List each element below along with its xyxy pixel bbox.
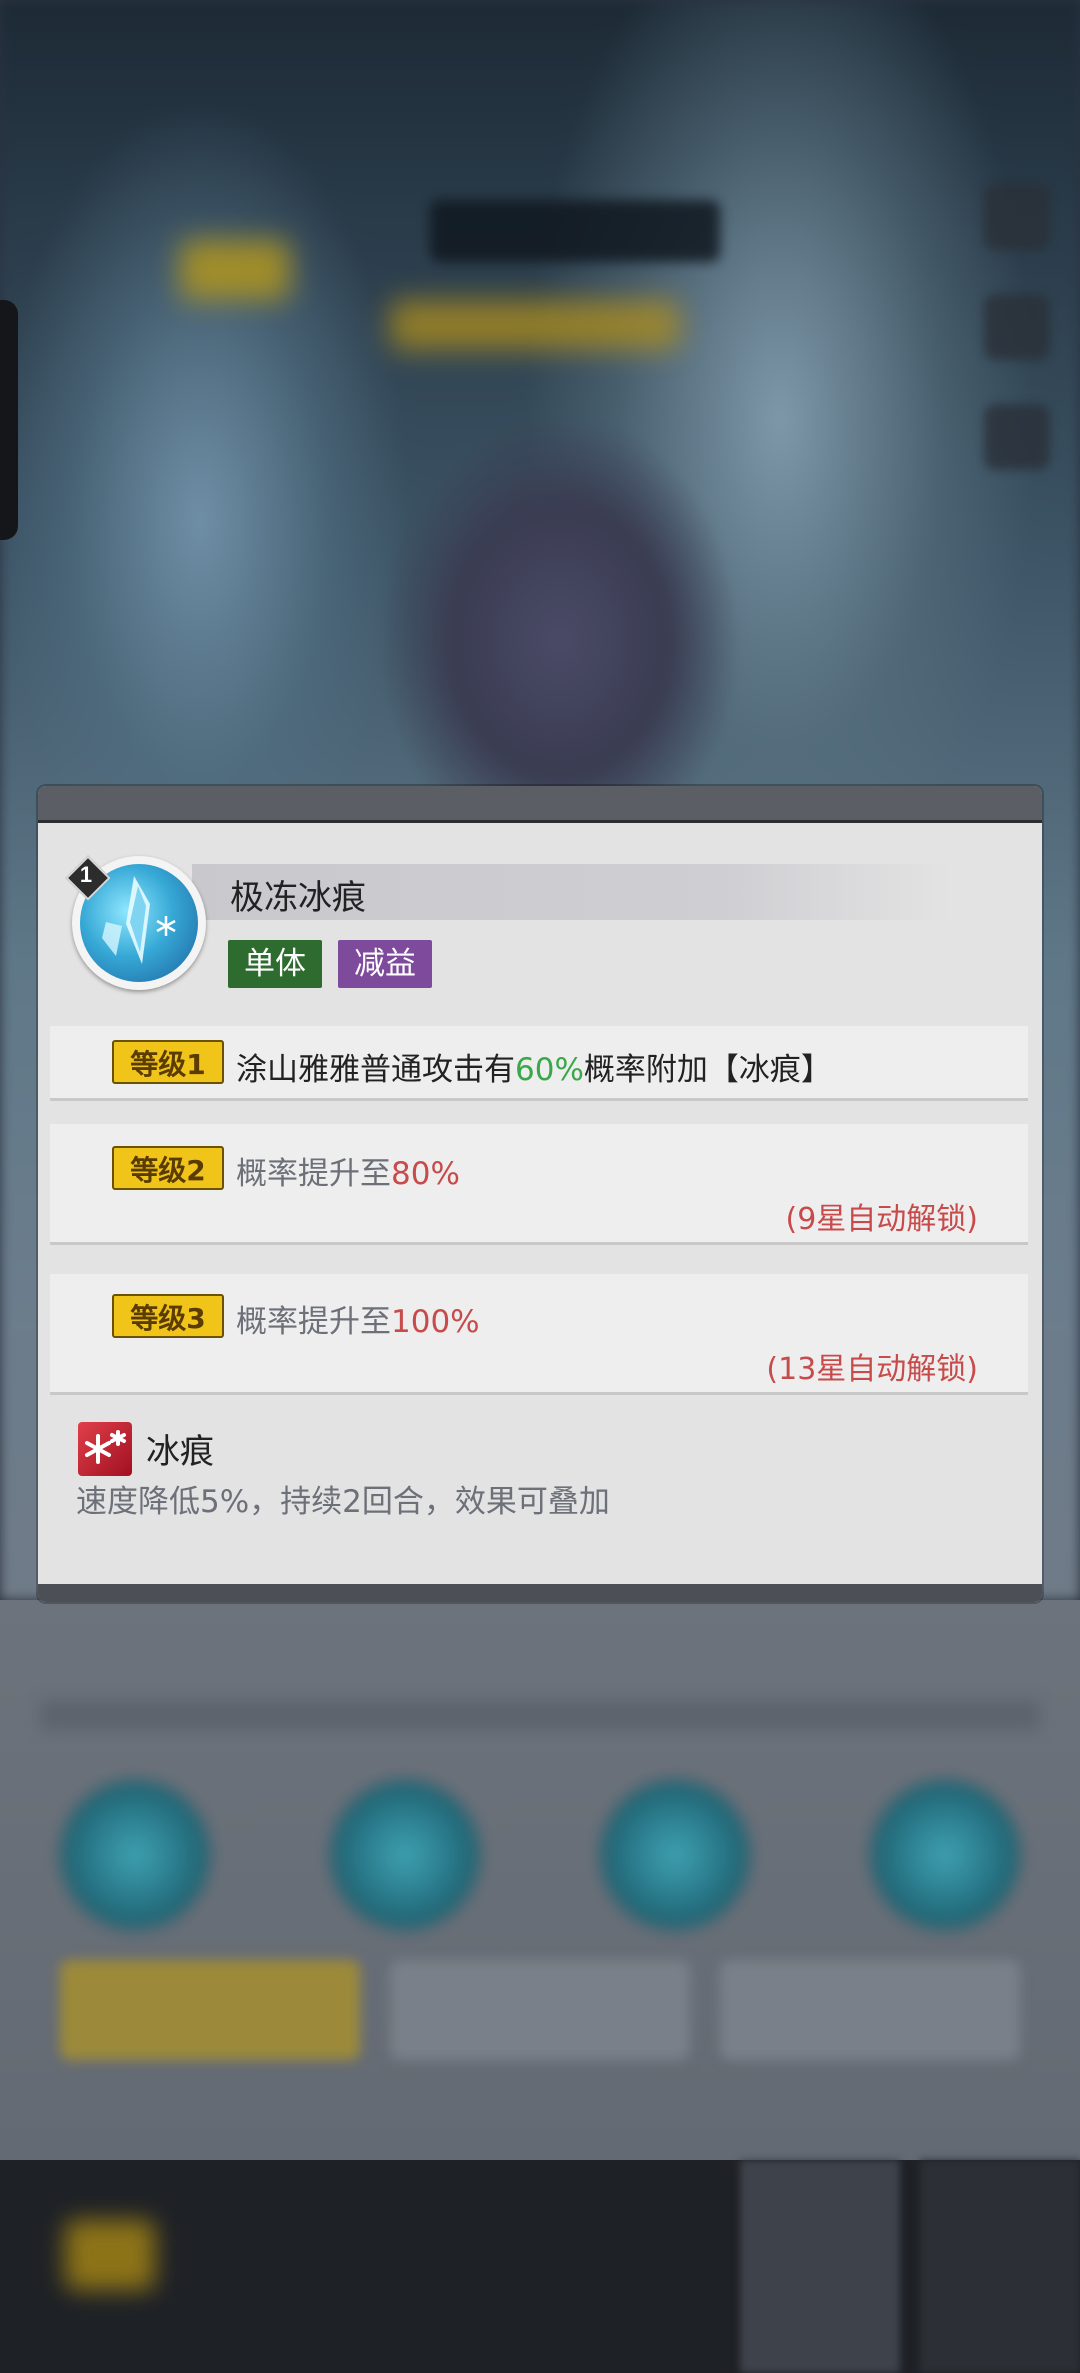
level-row-2: 等级2 概率提升至80% (9星自动解锁) xyxy=(50,1124,1028,1245)
frost-mark-icon xyxy=(78,1422,132,1476)
debuff-name: 冰痕 xyxy=(146,1432,214,1472)
blurred-stars xyxy=(390,300,680,350)
level-1-chance: 60% xyxy=(515,1052,584,1088)
blurred-tabs xyxy=(40,1700,1040,1730)
level-2-chance: 80% xyxy=(391,1156,460,1192)
skill-detail-popup[interactable]: 1 极冻冰痕 单体 减益 等级1 涂山雅雅普通攻击有60%概率附加【冰痕】 等级… xyxy=(38,786,1042,1602)
blurred-nav-item xyxy=(920,2160,1080,2373)
blurred-skill-slot xyxy=(60,1780,210,1930)
blurred-nav-icon xyxy=(65,2220,155,2290)
blurred-button xyxy=(390,1960,690,2060)
blurred-side-button xyxy=(984,184,1050,250)
level-2-unlock-condition: (9星自动解锁) xyxy=(785,1202,979,1237)
popup-top-bar xyxy=(38,786,1042,823)
level-3-chance: 100% xyxy=(391,1304,480,1340)
left-edge-tab xyxy=(0,300,18,540)
level-3-description: 概率提升至100% xyxy=(236,1304,480,1340)
level-row-1: 等级1 涂山雅雅普通攻击有60%概率附加【冰痕】 xyxy=(50,1026,1028,1101)
debuff-description: 速度降低5%，持续2回合，效果可叠加 xyxy=(76,1484,610,1520)
blurred-button xyxy=(720,1960,1020,2060)
blurred-side-button xyxy=(984,294,1050,360)
blurred-skill-slot xyxy=(600,1780,750,1930)
blurred-bottom-nav xyxy=(0,2160,1080,2373)
tag-single-target: 单体 xyxy=(228,940,322,988)
blurred-nav-item xyxy=(740,2160,900,2373)
blurred-side-button xyxy=(984,404,1050,470)
level-3-badge: 等级3 xyxy=(112,1294,224,1338)
blurred-title-plate xyxy=(430,200,720,262)
skill-level-number: 1 xyxy=(79,862,93,887)
blurred-button xyxy=(60,1960,360,2060)
level-row-3: 等级3 概率提升至100% (13星自动解锁) xyxy=(50,1274,1028,1395)
blurred-level-number xyxy=(180,240,290,300)
skill-level-badge: 1 xyxy=(65,855,111,901)
level-3-unlock-condition: (13星自动解锁) xyxy=(766,1352,978,1387)
tag-debuff: 减益 xyxy=(338,940,432,988)
level-2-description: 概率提升至80% xyxy=(236,1156,460,1192)
blurred-skill-slot xyxy=(870,1780,1020,1930)
level-1-description: 涂山雅雅普通攻击有60%概率附加【冰痕】 xyxy=(236,1052,832,1088)
blurred-skill-slot xyxy=(330,1780,480,1930)
popup-bottom-bar xyxy=(38,1584,1042,1602)
level-2-badge: 等级2 xyxy=(112,1146,224,1190)
skill-icon-container: 1 xyxy=(65,855,212,996)
skill-name: 极冻冰痕 xyxy=(230,878,366,918)
level-1-badge: 等级1 xyxy=(112,1040,224,1084)
